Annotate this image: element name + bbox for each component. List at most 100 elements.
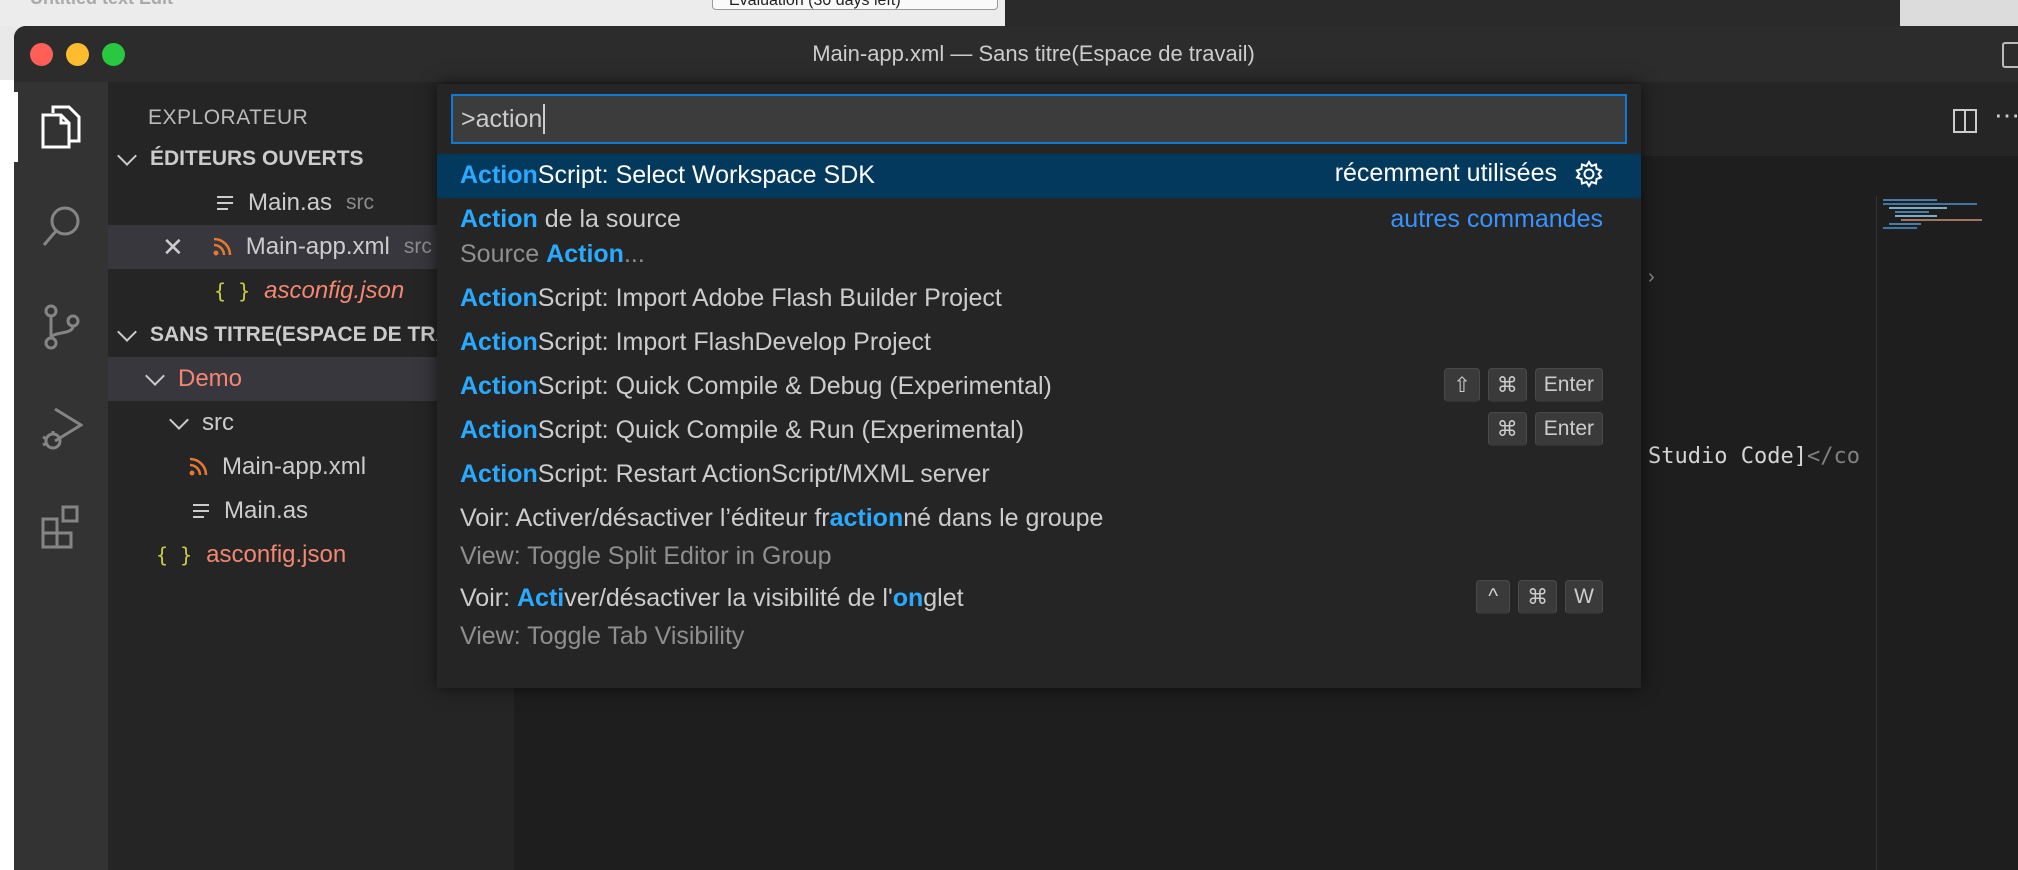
command-key: ⌘ <box>1487 412 1527 446</box>
close-icon[interactable]: ✕ <box>162 232 184 263</box>
keybinding: ⇧ ⌘ Enter <box>1436 368 1603 402</box>
command-match: action <box>829 504 904 532</box>
command-item[interactable]: ActionScript: Quick Compile & Debug (Exp… <box>437 368 1641 414</box>
background-window-title: Untitled text Edit <box>30 0 173 9</box>
command-match: Action <box>460 205 538 233</box>
layout-icon[interactable] <box>2002 42 2018 68</box>
command-match: on <box>892 584 924 612</box>
json-icon: { } <box>214 279 251 303</box>
command-input[interactable]: >action <box>451 94 1627 144</box>
command-item[interactable]: Action de la source autres commandes <box>437 198 1641 238</box>
command-match: Action <box>460 416 538 444</box>
command-label-rest: Script: Quick Compile & Run (Experimenta… <box>537 416 1025 444</box>
command-label-rest: Script: Select Workspace SDK <box>537 161 875 189</box>
background-window-strip: Untitled text Edit Evaluation (30 days l… <box>0 0 1005 26</box>
command-label: ActionScript: Select Workspace SDK <box>460 161 875 190</box>
folder-name: Demo <box>178 365 243 392</box>
command-match: Action <box>460 372 538 400</box>
command-detail: View: Toggle Tab Visibility <box>460 622 745 650</box>
recently-used-label: récemment utilisées <box>1334 159 1557 187</box>
command-label-rest: Script: Quick Compile & Debug (Experimen… <box>537 372 1052 400</box>
chevron-down-icon <box>169 410 189 430</box>
search-icon[interactable] <box>14 192 108 262</box>
command-label: ActionScript: Restart ActionScript/MXML … <box>460 460 990 489</box>
command-label: Voir: Activer/désactiver la visibilité d… <box>460 584 964 613</box>
command-match: Acti <box>516 584 565 612</box>
open-editor-name: Main-app.xml <box>245 233 390 260</box>
command-input-value: >action <box>461 104 543 133</box>
window-title: Main-app.xml — Sans titre(Espace de trav… <box>812 41 1255 66</box>
command-label-rest: Script: Restart ActionScript/MXML server <box>537 460 990 488</box>
command-label: Action de la source <box>460 205 681 234</box>
open-editor-name: Main.as <box>248 189 333 216</box>
command-label: ActionScript: Import FlashDevelop Projec… <box>460 328 931 357</box>
text-file-icon <box>217 196 233 210</box>
command-item[interactable]: ActionScript: Import Adobe Flash Builder… <box>437 282 1641 326</box>
keybinding: ⌘ Enter <box>1480 412 1603 446</box>
command-match: Action <box>460 460 538 488</box>
command-detail: View: Toggle Split Editor in Group <box>460 542 832 570</box>
command-item[interactable]: ActionScript: Quick Compile & Run (Exper… <box>437 412 1641 458</box>
explorer-icon[interactable] <box>14 92 108 162</box>
keybinding: ^ ⌘ W <box>1468 580 1603 614</box>
text-caret <box>543 104 546 134</box>
command-label: ActionScript: Import Adobe Flash Builder… <box>460 284 1002 313</box>
command-match: Action <box>460 284 538 312</box>
file-name: Main.as <box>224 497 309 524</box>
chevron-down-icon <box>145 366 165 386</box>
background-thumbnail <box>1900 0 2018 26</box>
command-label-post: né dans le groupe <box>903 504 1104 532</box>
command-match: Action <box>460 328 538 356</box>
title-bar: Main-app.xml — Sans titre(Espace de trav… <box>14 26 2018 82</box>
background-left-strip <box>0 80 14 870</box>
explorer-header: EXPLORATEUR <box>148 106 309 129</box>
background-dark-area <box>1005 0 1900 26</box>
extensions-icon[interactable] <box>14 492 108 562</box>
rss-icon <box>189 457 208 476</box>
open-editors-title: ÉDITEURS OUVERTS <box>150 147 364 170</box>
background-evaluation-button[interactable]: Evaluation (30 days left) <box>712 0 998 10</box>
command-item[interactable]: Source Action... <box>437 238 1641 282</box>
command-palette: >action ActionScript: Select Workspace S… <box>437 84 1641 688</box>
file-name: Main-app.xml <box>222 453 367 480</box>
command-label-c: glet <box>923 584 964 612</box>
file-name: asconfig.json <box>206 541 347 568</box>
gear-icon[interactable] <box>1575 159 1603 188</box>
command-item[interactable]: ActionScript: Select Workspace SDK récem… <box>437 154 1641 198</box>
code-fragment: Studio Code]</co <box>1648 444 1860 469</box>
command-label-rest: Script: Import Adobe Flash Builder Proje… <box>537 284 1002 312</box>
open-editor-desc: src <box>403 235 432 258</box>
command-key: ⌘ <box>1487 368 1527 402</box>
open-editor-name: asconfig.json <box>264 277 405 304</box>
open-editor-desc: src <box>346 191 375 214</box>
other-commands-link[interactable]: autres commandes <box>1390 205 1603 234</box>
command-label-rest: de la source <box>537 205 681 233</box>
command-key: ⌘ <box>1518 580 1558 614</box>
rss-icon <box>213 237 232 256</box>
command-item[interactable]: ActionScript: Import FlashDevelop Projec… <box>437 326 1641 370</box>
text-file-icon <box>193 504 209 518</box>
run-debug-icon[interactable] <box>14 392 108 462</box>
command-item[interactable]: Voir: Activer/désactiver l’éditeur fract… <box>437 502 1641 580</box>
source-control-icon[interactable] <box>14 292 108 362</box>
folder-name: src <box>202 409 234 436</box>
enter-key: Enter <box>1534 368 1603 402</box>
command-label-rest: Script: Import FlashDevelop Project <box>537 328 931 356</box>
active-indicator <box>14 92 18 162</box>
command-item[interactable]: ActionScript: Restart ActionScript/MXML … <box>437 458 1641 502</box>
minimap[interactable] <box>1876 196 1987 870</box>
command-match: Action <box>546 240 624 268</box>
code-tag: </co <box>1806 444 1860 469</box>
more-actions-icon[interactable]: ⋯ <box>1994 100 2018 131</box>
split-editor-icon[interactable] <box>1952 108 1978 134</box>
command-right: récemment utilisées <box>1335 159 1603 188</box>
command-label-a: Voir: <box>460 584 517 612</box>
command-label-b: ver/désactiver la visibilité de l' <box>564 584 893 612</box>
command-label-rest: ... <box>623 240 645 268</box>
chevron-down-icon <box>117 322 137 342</box>
command-item[interactable]: Voir: Activer/désactiver la visibilité d… <box>437 580 1641 658</box>
command-label-pre: Voir: Activer/désactiver l’éditeur fr <box>460 504 830 532</box>
control-key: ^ <box>1476 580 1511 614</box>
enter-key: Enter <box>1534 412 1603 446</box>
activity-bar <box>14 82 108 870</box>
